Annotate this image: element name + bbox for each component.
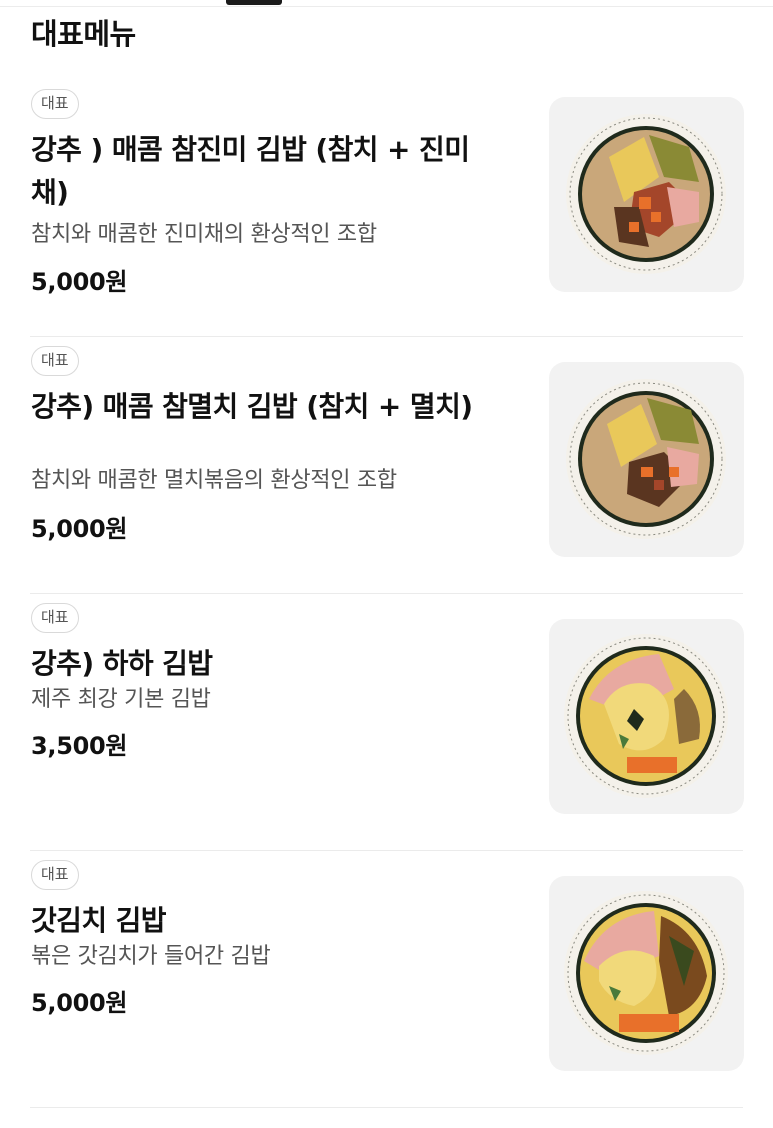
- basic-kimbap-icon: [564, 634, 728, 798]
- signature-badge: 대표: [31, 860, 79, 890]
- menu-item-name: 강추) 매콤 참멸치 김밥 (참치 + 멸치): [31, 390, 473, 423]
- signature-badge: 대표: [31, 603, 79, 633]
- menu-item-price: 3,500원: [31, 732, 128, 760]
- menu-item-name: 강추 ) 매콤 참진미 김밥 (참치 + 진미채): [31, 133, 470, 209]
- menu-item-description: 제주 최강 기본 김밥: [31, 687, 211, 712]
- spicy-tuna-anchovy-kimbap-icon: [566, 379, 726, 539]
- menu-item-description: 참치와 매콤한 진미채의 환상적인 조합: [31, 222, 377, 247]
- menu-item[interactable]: 대표 강추) 매콤 참멸치 김밥 (참치 + 멸치) 참치와 매콤한 멸치볶음의…: [0, 337, 773, 594]
- menu-item-image[interactable]: [549, 97, 744, 292]
- menu-item[interactable]: 대표 강추 ) 매콤 참진미 김밥 (참치 + 진미채) 참치와 매콤한 진미채…: [0, 80, 773, 337]
- mustard-kimchi-kimbap-icon: [564, 891, 728, 1055]
- section-title: 대표메뉴: [31, 17, 136, 51]
- menu-item-price: 5,000원: [31, 268, 128, 296]
- menu-item-image[interactable]: [549, 619, 744, 814]
- menu-item-image[interactable]: [549, 876, 744, 1071]
- header-divider: [0, 6, 773, 7]
- menu-item-name: 강추) 하하 김밥: [31, 647, 213, 680]
- menu-item-price: 5,000원: [31, 989, 128, 1017]
- menu-item[interactable]: 대표 갓김치 김밥 볶은 갓김치가 들어간 김밥 5,000원: [0, 851, 773, 1108]
- spicy-tuna-squid-kimbap-icon: [566, 114, 726, 274]
- scroll-tab-indicator: [226, 0, 282, 5]
- menu-item-description: 볶은 갓김치가 들어간 김밥: [31, 944, 271, 969]
- menu-item-description: 참치와 매콤한 멸치볶음의 환상적인 조합: [31, 468, 397, 493]
- signature-badge: 대표: [31, 346, 79, 376]
- menu-item-price: 5,000원: [31, 515, 128, 543]
- menu-list: 대표 강추 ) 매콤 참진미 김밥 (참치 + 진미채) 참치와 매콤한 진미채…: [0, 80, 773, 1108]
- menu-item[interactable]: 대표 강추) 하하 김밥 제주 최강 기본 김밥 3,500원: [0, 594, 773, 851]
- menu-item-image[interactable]: [549, 362, 744, 557]
- menu-item-name: 갓김치 김밥: [31, 904, 167, 937]
- signature-badge: 대표: [31, 89, 79, 119]
- item-divider: [30, 1107, 743, 1108]
